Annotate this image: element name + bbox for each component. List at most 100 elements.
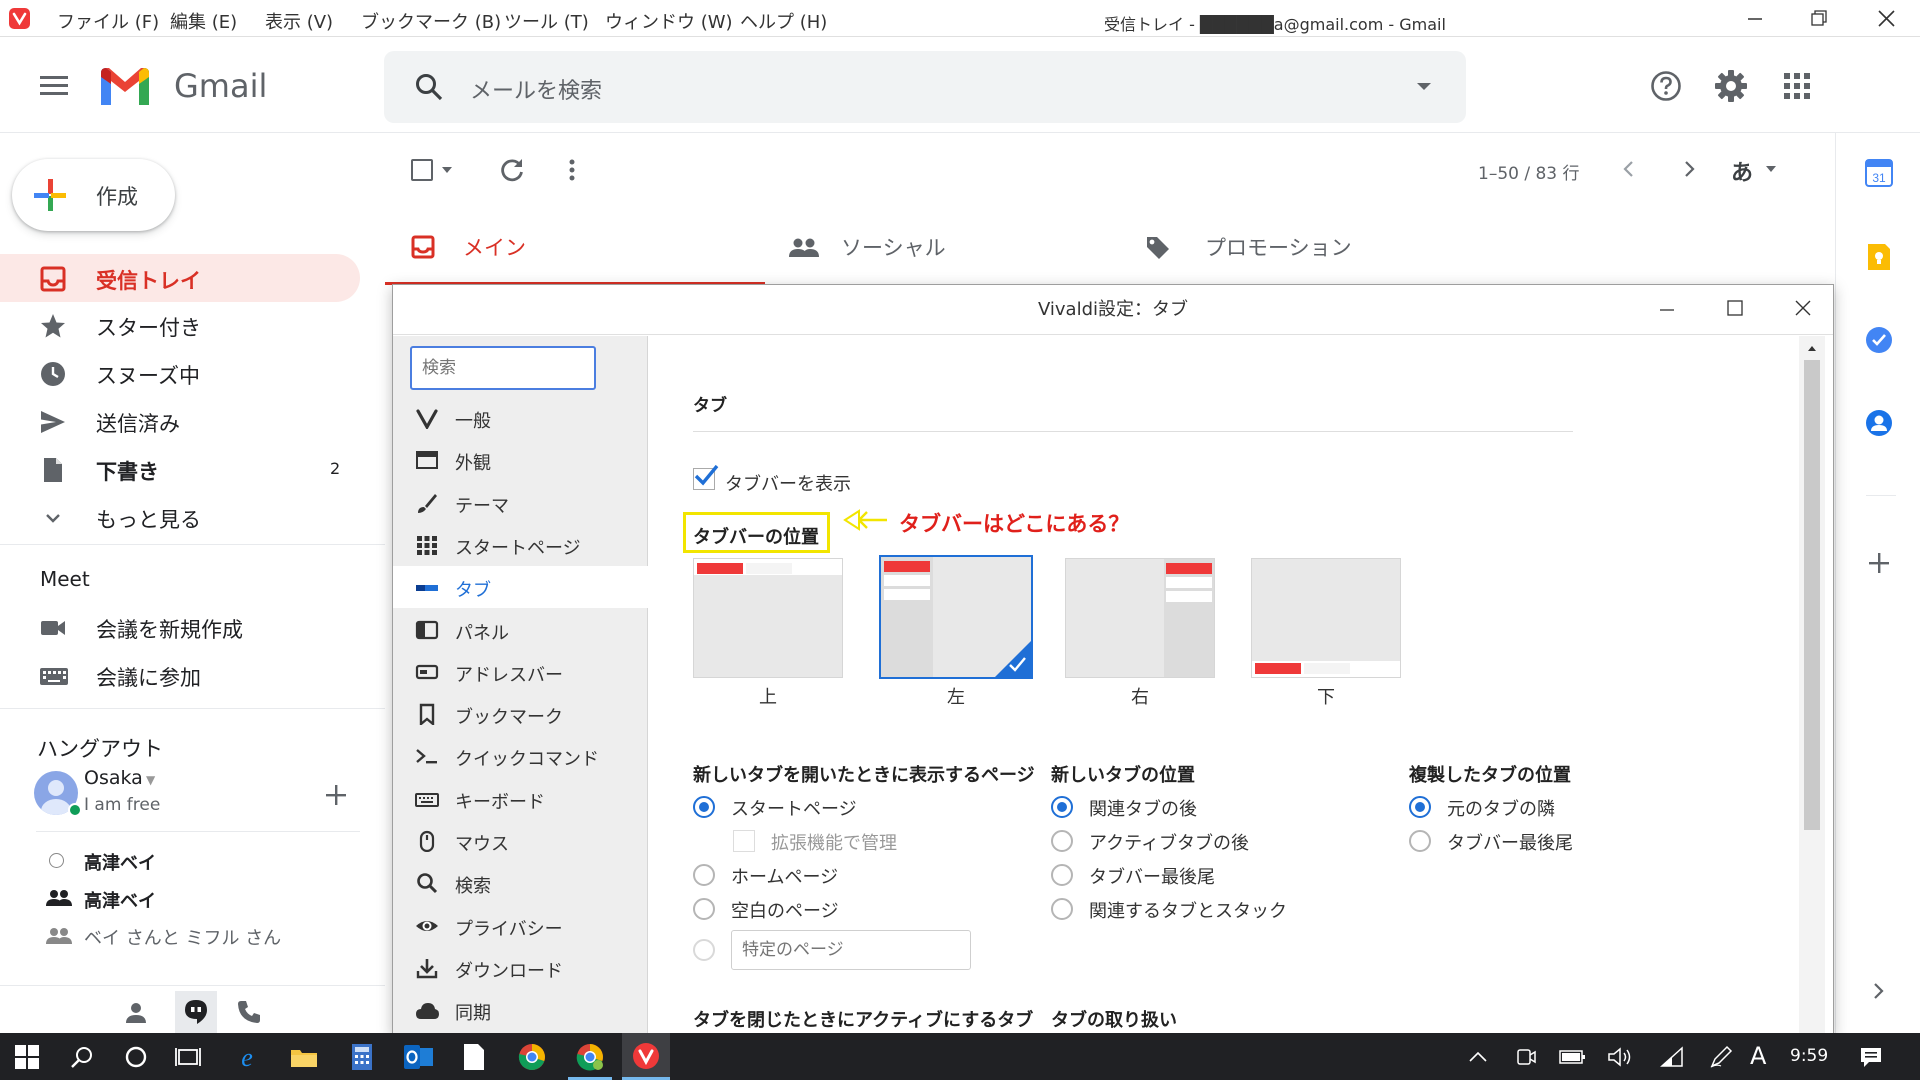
next-page-icon[interactable]	[1679, 159, 1699, 179]
settings-nav-window[interactable]: 外観	[393, 439, 648, 481]
radio-after-related[interactable]	[1051, 796, 1073, 818]
settings-gear-icon[interactable]	[1711, 66, 1751, 106]
menu-bookmarks[interactable]: ブックマーク (B)	[361, 8, 501, 34]
radio-dup-tabbar-end[interactable]	[1409, 830, 1431, 852]
apps-grid-icon[interactable]	[1777, 66, 1817, 106]
menu-help[interactable]: ヘルプ (H)	[740, 8, 827, 34]
select-dropdown-icon[interactable]	[441, 166, 453, 174]
nav-item-sent[interactable]: 送信済み	[0, 397, 360, 445]
expand-panel-icon[interactable]	[1869, 981, 1889, 1001]
nav-item-more[interactable]: もっと見る	[0, 493, 360, 541]
scrollbar-track[interactable]	[1799, 336, 1825, 1036]
scroll-up-icon[interactable]	[1807, 344, 1817, 352]
person-icon[interactable]	[124, 1001, 148, 1025]
menu-tools[interactable]: ツール (T)	[504, 8, 589, 34]
help-icon[interactable]	[1646, 66, 1686, 106]
get-addons-plus-icon[interactable]	[1867, 551, 1891, 575]
settings-search-input[interactable]	[410, 346, 596, 390]
settings-nav-brush[interactable]: テーマ	[393, 482, 648, 524]
windows-start-icon[interactable]	[11, 1041, 43, 1073]
vivaldi-taskbar-button[interactable]	[622, 1033, 670, 1080]
gmail-logo-icon[interactable]	[97, 65, 153, 107]
nav-item-starred[interactable]: スター付き	[0, 301, 360, 349]
tab-position-top[interactable]	[693, 558, 843, 678]
nav-item-snoozed[interactable]: スヌーズ中	[0, 349, 360, 397]
hangouts-contact[interactable]: 高津ベイ	[84, 887, 156, 913]
main-menu-icon[interactable]	[34, 66, 74, 106]
edge-icon[interactable]: e	[231, 1041, 263, 1073]
menu-view[interactable]: 表示 (V)	[265, 8, 333, 34]
calendar-icon[interactable]: 31	[1865, 159, 1893, 187]
radio-specific-page[interactable]	[693, 939, 715, 961]
minimize-button[interactable]	[1744, 8, 1768, 30]
search-icon[interactable]	[414, 72, 444, 102]
radio-next-to-original[interactable]	[1409, 796, 1431, 818]
ime-indicator[interactable]: A	[1750, 1042, 1766, 1070]
input-tools-button[interactable]: あ	[1731, 155, 1753, 187]
input-tools-dropdown-icon[interactable]	[1765, 165, 1777, 173]
tab-position-bottom[interactable]	[1251, 558, 1401, 678]
settings-nav-eye[interactable]: プライバシー	[393, 905, 648, 947]
menu-file[interactable]: ファイル (F)	[57, 8, 159, 34]
settings-nav-tab[interactable]: タブ	[393, 566, 648, 609]
calculator-icon[interactable]	[346, 1041, 378, 1073]
vivaldi-logo-icon[interactable]	[9, 8, 30, 29]
notepad-icon[interactable]	[458, 1041, 490, 1073]
hangouts-contact[interactable]: ベイ さんと ミフル さん	[84, 924, 281, 950]
keep-icon[interactable]	[1865, 243, 1893, 271]
file-explorer-icon[interactable]	[288, 1041, 320, 1073]
search-options-icon[interactable]	[1415, 79, 1433, 93]
compose-button[interactable]: 作成	[12, 159, 175, 231]
tab-social[interactable]: ソーシャル	[765, 205, 1145, 285]
prev-page-icon[interactable]	[1619, 159, 1639, 179]
settings-nav-search[interactable]: 検索	[393, 862, 648, 904]
search-input[interactable]: メールを検索	[470, 73, 602, 105]
radio-start-page[interactable]	[693, 796, 715, 818]
specific-page-input[interactable]	[731, 930, 971, 970]
tab-position-right[interactable]	[1065, 558, 1215, 678]
radio-home-page[interactable]	[693, 864, 715, 886]
settings-nav-bookmark[interactable]: ブックマーク	[393, 693, 648, 735]
tab-main[interactable]: メイン	[385, 205, 765, 285]
meet-join-meeting[interactable]: 会議に参加	[0, 651, 360, 699]
nav-item-inbox[interactable]: 受信トレイ	[0, 254, 360, 302]
dialog-minimize-button[interactable]	[1657, 300, 1677, 320]
settings-nav-panel[interactable]: パネル	[393, 609, 648, 651]
more-vert-icon[interactable]	[568, 158, 576, 182]
tab-position-left[interactable]	[879, 555, 1033, 679]
meet-now-icon[interactable]	[1510, 1041, 1542, 1073]
select-all-checkbox[interactable]	[411, 159, 433, 181]
wifi-icon[interactable]	[1656, 1041, 1688, 1073]
chrome-icon[interactable]	[516, 1041, 548, 1073]
radio-tabbar-end[interactable]	[1051, 864, 1073, 886]
menu-window[interactable]: ウィンドウ (W)	[605, 8, 733, 34]
hangouts-user-name[interactable]: Osaka	[84, 767, 143, 789]
task-view-icon[interactable]	[172, 1041, 204, 1073]
cortana-icon[interactable]	[120, 1041, 152, 1073]
meet-new-meeting[interactable]: 会議を新規作成	[0, 603, 360, 651]
new-conversation-plus-icon[interactable]	[324, 783, 348, 807]
scrollbar-thumb[interactable]	[1804, 360, 1820, 830]
dialog-maximize-button[interactable]	[1725, 298, 1745, 318]
outlook-icon[interactable]	[403, 1041, 435, 1073]
caret-down-icon[interactable]: ▼	[146, 773, 155, 787]
pen-icon[interactable]	[1705, 1041, 1737, 1073]
settings-nav-keyboard[interactable]: キーボード	[393, 778, 648, 820]
settings-nav-vivaldi[interactable]: 一般	[393, 397, 648, 439]
settings-nav-command[interactable]: クイックコマンド	[393, 735, 648, 777]
volume-icon[interactable]	[1604, 1041, 1636, 1073]
settings-nav-download[interactable]: ダウンロード	[393, 947, 648, 989]
restore-button[interactable]	[1808, 8, 1832, 30]
tab-promotions[interactable]: プロモーション	[1145, 205, 1525, 285]
hangouts-contact[interactable]: 高津ベイ	[84, 849, 156, 875]
show-hidden-icons-chevron-up-icon[interactable]	[1462, 1041, 1494, 1073]
close-button[interactable]	[1875, 8, 1899, 30]
dialog-close-button[interactable]	[1793, 298, 1813, 318]
taskbar-search-icon[interactable]	[66, 1041, 98, 1073]
nav-item-drafts[interactable]: 下書き 2	[0, 445, 360, 493]
extension-manage-checkbox[interactable]	[733, 830, 755, 852]
clock-time[interactable]: 9:59	[1790, 1046, 1828, 1066]
contacts-icon[interactable]	[1865, 409, 1893, 437]
radio-blank-page[interactable]	[693, 898, 715, 920]
settings-nav-addressbar[interactable]: アドレスバー	[393, 651, 648, 693]
